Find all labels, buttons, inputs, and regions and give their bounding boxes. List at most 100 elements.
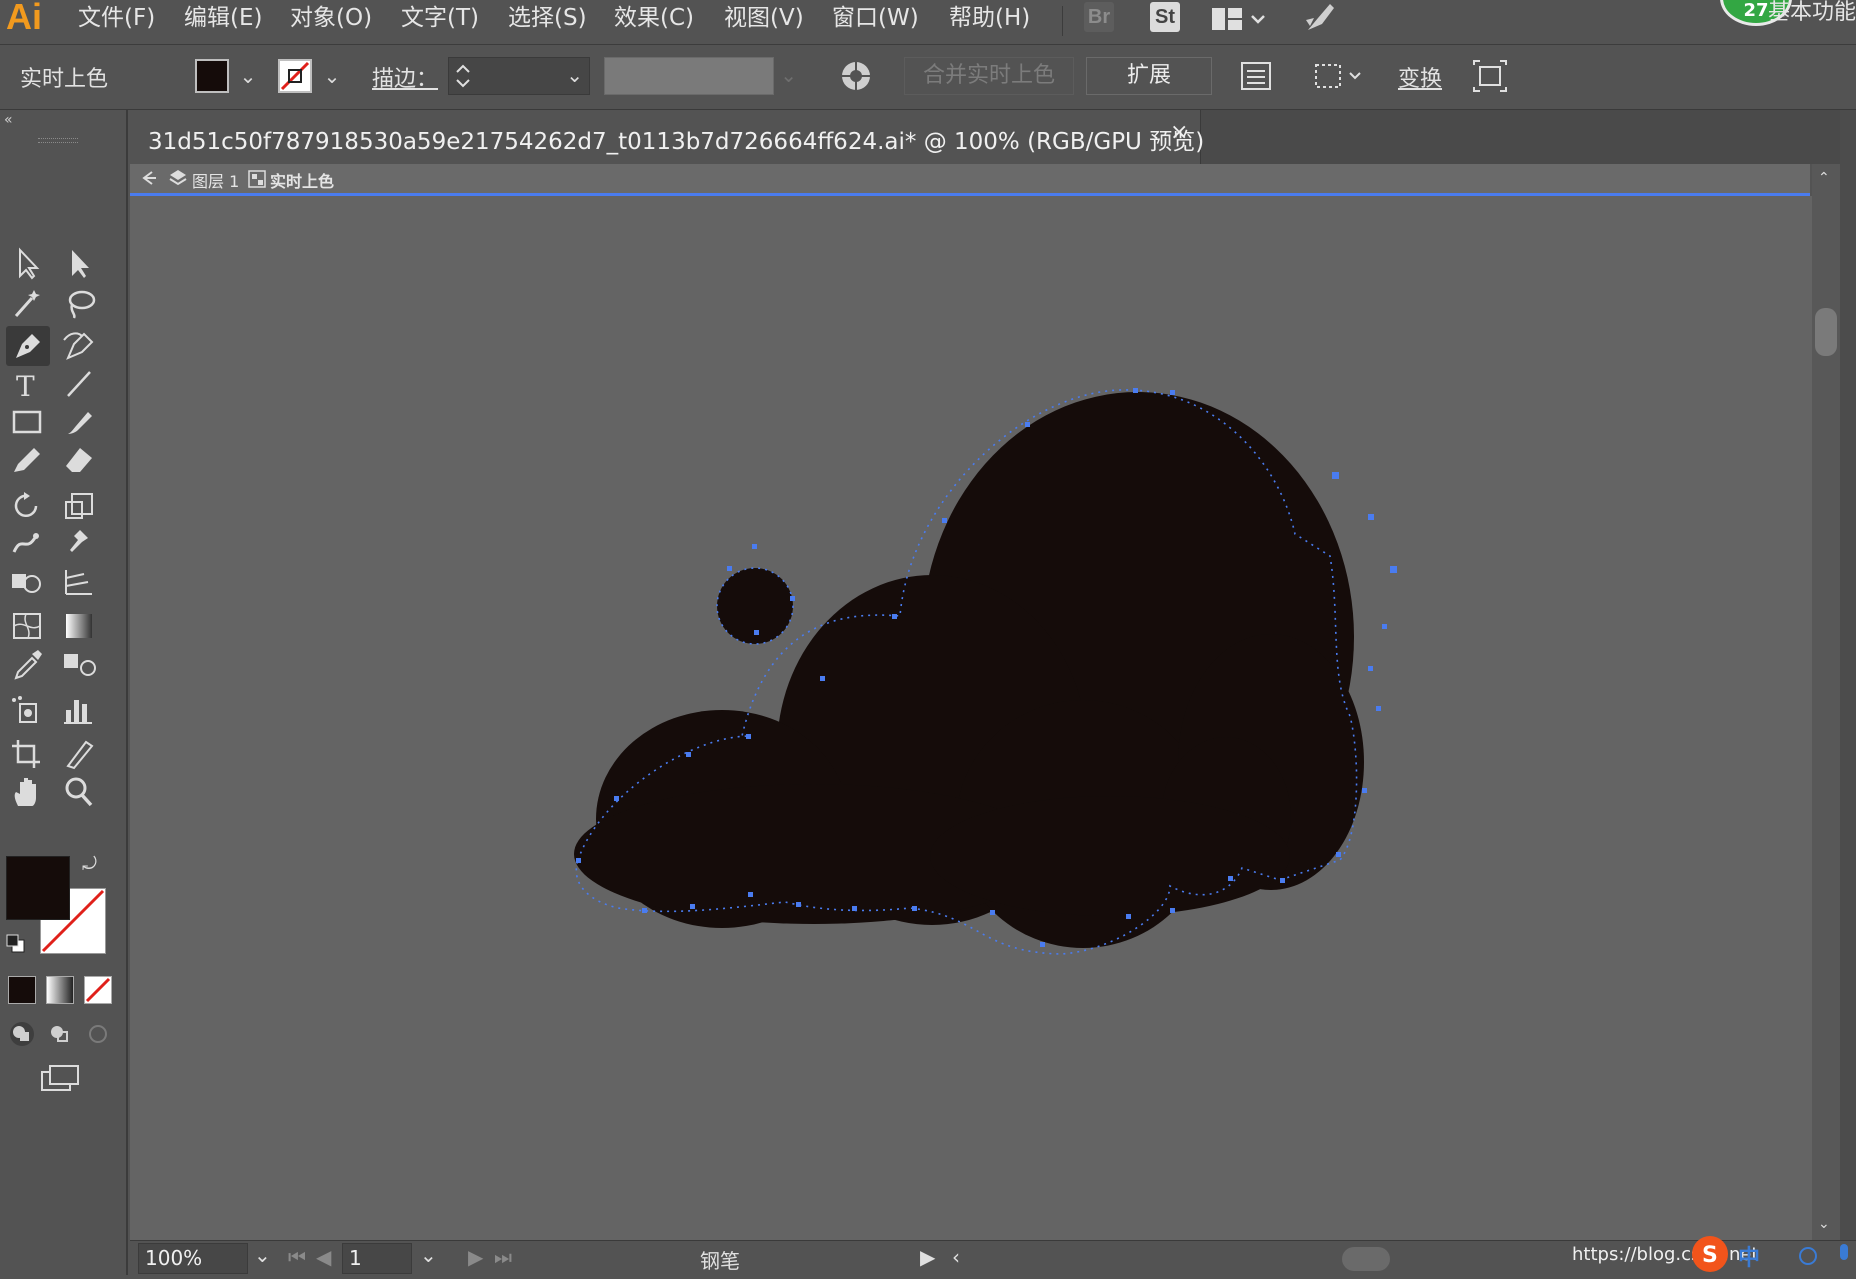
hand-tool[interactable] <box>6 772 50 812</box>
draw-behind-button[interactable] <box>46 1020 74 1048</box>
color-mode-button[interactable] <box>8 976 36 1004</box>
type-tool[interactable]: T <box>6 364 50 404</box>
collapse-panel-icon[interactable]: « <box>4 112 13 128</box>
menu-select[interactable]: 选择(S) <box>502 3 593 33</box>
cloud-artwork[interactable] <box>130 196 1812 1240</box>
direct-selection-tool[interactable] <box>58 244 102 284</box>
zoom-field[interactable]: 100% <box>138 1243 248 1274</box>
menu-file[interactable]: 文件(F) <box>72 3 161 33</box>
artboard-tool[interactable] <box>6 734 50 774</box>
artboard-number-field[interactable]: 1 <box>342 1243 412 1274</box>
artboard-dropdown-caret[interactable]: ⌄ <box>420 1243 437 1267</box>
none-mode-button[interactable] <box>84 976 112 1004</box>
menu-effect[interactable]: 效果(C) <box>608 3 700 33</box>
scrollbar-thumb[interactable] <box>1815 308 1837 356</box>
reference-point-button[interactable] <box>1310 57 1370 95</box>
eyedropper-tool[interactable] <box>6 644 50 684</box>
last-artboard-button[interactable]: ⏭ <box>494 1245 512 1269</box>
arrow-solid-icon <box>72 250 89 278</box>
ime-toolbar[interactable]: S 中 <box>1690 1232 1856 1275</box>
document-tab[interactable]: 31d51c50f787918530a59e21754262d7_t0113b7… <box>130 110 1204 164</box>
slice-tool[interactable] <box>58 734 102 774</box>
scroll-up-arrow-icon[interactable]: ⌃ <box>1818 170 1830 186</box>
stroke-label[interactable]: 描边： <box>372 61 438 93</box>
zoom-tool[interactable] <box>58 772 102 812</box>
draw-inside-button[interactable] <box>84 1020 112 1048</box>
magic-wand-tool[interactable] <box>6 284 50 324</box>
arrange-documents-button[interactable] <box>1212 4 1270 34</box>
menu-view[interactable]: 视图(V) <box>718 3 810 33</box>
variable-width-profile: ⌄ <box>604 57 797 95</box>
scroll-down-arrow-icon[interactable]: ⌄ <box>1818 1216 1830 1232</box>
perspective-grid-tool[interactable] <box>58 562 102 602</box>
none-icon <box>85 977 111 1003</box>
puppet-warp-tool[interactable] <box>58 524 102 564</box>
gpu-performance-button[interactable] <box>1300 0 1340 36</box>
gradient-tool[interactable] <box>58 606 102 646</box>
status-menu-arrow-icon[interactable]: ▶ <box>920 1245 935 1269</box>
back-arrow-icon[interactable] <box>138 168 158 192</box>
swap-fill-stroke-icon[interactable]: ⤾ <box>82 854 106 876</box>
first-artboard-button[interactable]: ⏮ <box>288 1245 306 1269</box>
stroke-weight-caret[interactable]: ⌄ <box>566 58 583 92</box>
live-paint-options-button[interactable] <box>836 57 876 95</box>
stroke-swatch[interactable] <box>278 59 312 93</box>
scale-tool[interactable] <box>58 486 102 526</box>
close-tab-button[interactable]: × <box>1170 120 1188 145</box>
lasso-tool[interactable] <box>58 284 102 324</box>
menu-edit[interactable]: 编辑(E) <box>178 3 268 33</box>
isolate-object-button[interactable] <box>1470 57 1510 95</box>
line-tool[interactable] <box>58 364 102 404</box>
panel-grip[interactable] <box>38 138 78 143</box>
paintbrush-tool[interactable] <box>58 402 102 442</box>
breadcrumb-layer[interactable]: 图层 1 <box>192 168 239 192</box>
menu-help[interactable]: 帮助(H) <box>943 3 1036 33</box>
menu-object[interactable]: 对象(O) <box>284 3 378 33</box>
rotate-tool[interactable] <box>6 486 50 526</box>
stroke-weight-field[interactable]: ⌄ <box>448 57 590 95</box>
horizontal-scrollbar-thumb[interactable] <box>1342 1247 1390 1271</box>
blend-tool[interactable] <box>58 644 102 684</box>
draw-normal-button[interactable] <box>8 1020 36 1048</box>
mesh-icon <box>13 613 41 639</box>
breadcrumb-group[interactable]: 实时上色 <box>270 168 334 192</box>
workspace-switcher[interactable]: 基本功能 <box>1768 0 1856 26</box>
bridge-button[interactable]: Br <box>1084 2 1114 32</box>
expand-button[interactable]: 扩展 <box>1086 57 1212 95</box>
next-artboard-button[interactable]: ▶ <box>468 1245 483 1269</box>
hscroll-left-arrow-icon[interactable]: ‹ <box>952 1245 960 1269</box>
rectangle-tool[interactable] <box>6 402 50 442</box>
stroke-dropdown-caret[interactable]: ⌄ <box>322 61 342 91</box>
column-graph-tool[interactable] <box>58 690 102 730</box>
svg-text:S: S <box>1702 1243 1718 1268</box>
eraser-tool[interactable] <box>58 440 102 480</box>
menu-window[interactable]: 窗口(W) <box>826 3 925 33</box>
ime-language-toggle[interactable]: 中 <box>1738 1240 1760 1272</box>
vertical-scrollbar[interactable]: ⌃ ⌄ <box>1812 164 1840 1240</box>
transform-link[interactable]: 变换 <box>1398 61 1442 93</box>
mesh-tool[interactable] <box>6 606 50 646</box>
gradient-mode-button[interactable] <box>46 976 74 1004</box>
default-fill-stroke-icon[interactable] <box>6 934 26 954</box>
panel-dock-edge <box>1840 110 1856 1275</box>
control-bar: 实时上色 ⌄ ⌄ 描边： ⌄ ⌄ 合并实时上色 扩展 变换 <box>0 45 1856 110</box>
menu-type[interactable]: 文字(T) <box>395 3 485 33</box>
change-screen-mode-button[interactable] <box>38 1062 82 1096</box>
fill-swatch[interactable] <box>195 59 229 93</box>
pen-tool[interactable] <box>6 326 50 366</box>
shape-builder-tool[interactable] <box>6 562 50 602</box>
artboard-canvas[interactable] <box>130 196 1812 1240</box>
warp-tool[interactable] <box>6 524 50 564</box>
symbol-sprayer-tool[interactable] <box>6 690 50 730</box>
merge-live-paint-button[interactable]: 合并实时上色 <box>904 57 1074 95</box>
stock-button[interactable]: St <box>1150 2 1180 32</box>
app-logo: Ai <box>6 0 42 37</box>
previous-artboard-button[interactable]: ◀ <box>316 1245 331 1269</box>
selection-tool[interactable] <box>6 244 50 284</box>
shaper-tool[interactable] <box>6 440 50 480</box>
curvature-tool[interactable] <box>58 326 102 366</box>
zoom-dropdown-caret[interactable]: ⌄ <box>254 1243 271 1267</box>
fill-dropdown-caret[interactable]: ⌄ <box>238 61 258 91</box>
fill-color-box[interactable] <box>6 856 70 920</box>
align-panel-button[interactable] <box>1236 57 1276 95</box>
